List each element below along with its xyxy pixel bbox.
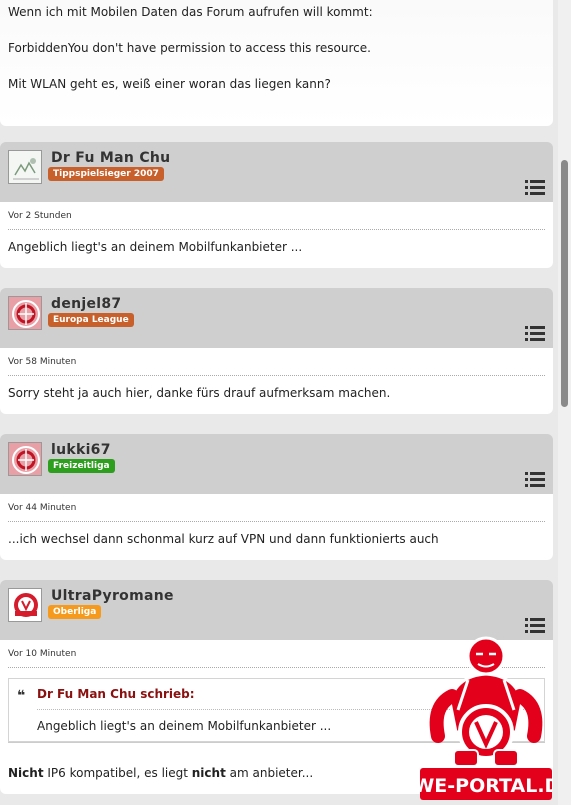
- avatar[interactable]: [8, 588, 42, 622]
- user-rank-badge: Freizeitliga: [48, 459, 115, 473]
- post-timestamp: Vor 44 Minuten: [8, 494, 545, 522]
- username[interactable]: UltraPyromane: [51, 588, 174, 604]
- logo-text: RWE-PORTAL.DE: [420, 775, 552, 797]
- forum-post: Dr Fu Man Chu Tippspielsieger 2007 Vor 2…: [0, 142, 553, 268]
- site-logo: RWE-PORTAL.DE: [420, 636, 552, 800]
- post-content: Vor 58 Minuten Sorry steht ja auch hier,…: [0, 348, 553, 414]
- post-content: Vor 2 Stunden Angeblich liegt's an deine…: [0, 202, 553, 268]
- post-text-part: IP6 kompatibel, es liegt: [43, 766, 192, 780]
- post-timestamp: Vor 58 Minuten: [8, 348, 545, 376]
- list-menu-icon[interactable]: [525, 618, 545, 633]
- user-rank-badge: Europa League: [48, 313, 134, 327]
- post-text: Sorry steht ja auch hier, danke fürs dra…: [8, 386, 391, 400]
- post-content: Wenn ich mit Mobilen Daten das Forum auf…: [0, 0, 553, 126]
- username[interactable]: lukki67: [51, 442, 111, 458]
- avatar-image: [9, 589, 41, 621]
- avatar[interactable]: [8, 296, 42, 330]
- avatar-image: [9, 297, 41, 329]
- avatar[interactable]: [8, 442, 42, 476]
- post-header: denjel87 Europa League: [0, 288, 553, 352]
- list-menu-icon[interactable]: [525, 472, 545, 487]
- post-text-bold: Nicht: [8, 766, 44, 780]
- post-text-line: Mit WLAN geht es, weiß einer woran das l…: [8, 77, 331, 92]
- user-rank-badge: Oberliga: [48, 605, 102, 619]
- username[interactable]: Dr Fu Man Chu: [51, 150, 170, 166]
- forum-post: lukki67 Freizeitliga Vor 44 Minuten ...i…: [0, 434, 553, 560]
- scrollbar[interactable]: [558, 0, 571, 805]
- avatar-image: [9, 443, 41, 475]
- post-text-part: am anbieter...: [225, 766, 314, 780]
- post-text: ...ich wechsel dann schonmal kurz auf VP…: [8, 532, 439, 546]
- username[interactable]: denjel87: [51, 296, 121, 312]
- quote-icon: ❝: [17, 688, 26, 704]
- post-content: Vor 44 Minuten ...ich wechsel dann schon…: [0, 494, 553, 560]
- post-timestamp: Vor 2 Stunden: [8, 202, 545, 230]
- list-menu-icon[interactable]: [525, 326, 545, 341]
- post-text-line: Wenn ich mit Mobilen Daten das Forum auf…: [8, 5, 373, 19]
- list-menu-icon[interactable]: [525, 180, 545, 195]
- post-header: lukki67 Freizeitliga: [0, 434, 553, 498]
- post-text-line: ForbiddenYou don't have permission to ac…: [8, 41, 371, 56]
- scrollbar-thumb[interactable]: [561, 160, 568, 407]
- avatar-image: [9, 151, 41, 183]
- post-text: Angeblich liegt's an deinem Mobilfunkanb…: [8, 240, 303, 254]
- avatar[interactable]: [8, 150, 42, 184]
- forum-post: denjel87 Europa League Vor 58 Minuten So…: [0, 288, 553, 414]
- post-header: Dr Fu Man Chu Tippspielsieger 2007: [0, 142, 553, 206]
- user-rank-badge: Tippspielsieger 2007: [48, 167, 164, 181]
- post-text-bold: nicht: [191, 766, 226, 780]
